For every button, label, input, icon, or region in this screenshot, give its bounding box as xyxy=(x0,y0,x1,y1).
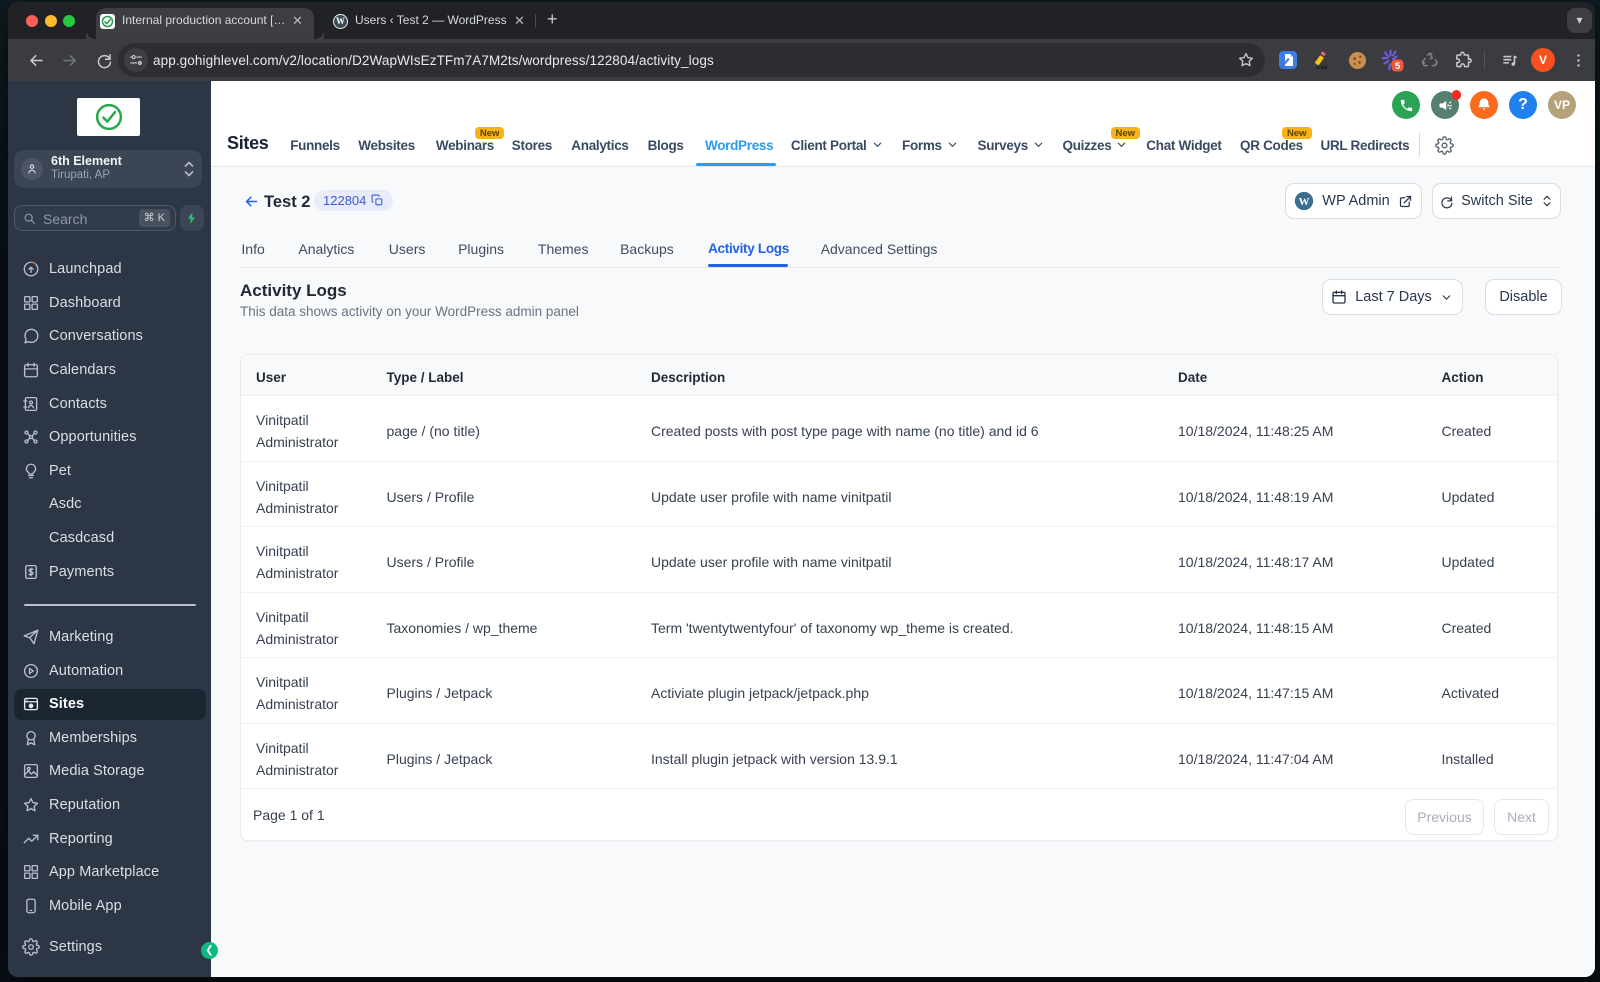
svg-text:css: css xyxy=(1317,64,1328,70)
svg-text:5: 5 xyxy=(1395,61,1401,72)
svg-text:W: W xyxy=(1299,196,1310,208)
